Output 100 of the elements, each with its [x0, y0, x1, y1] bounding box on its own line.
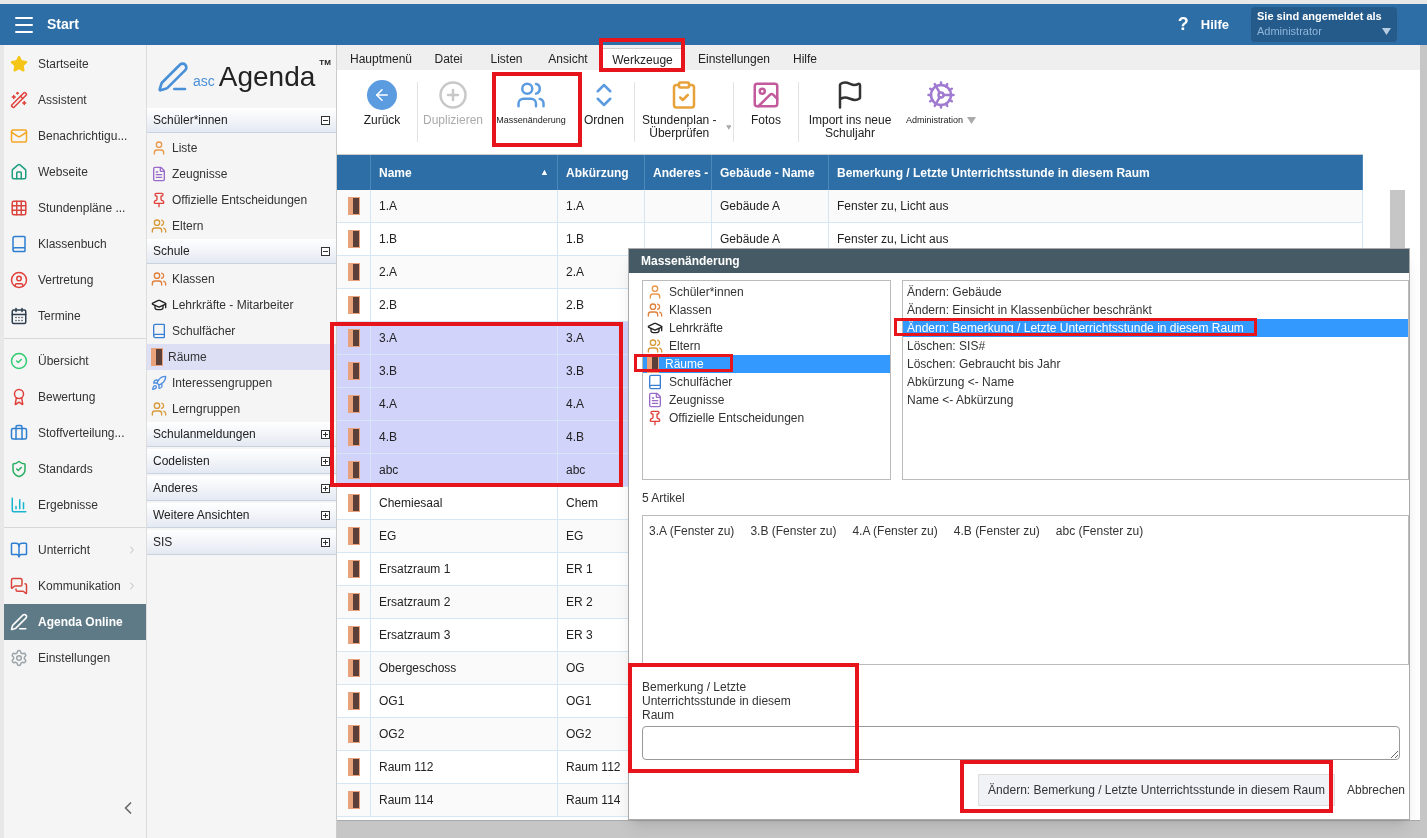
tree-item[interactable]: Lehrkräfte - Mitarbeiter [147, 292, 336, 318]
expand-icon[interactable] [321, 456, 330, 466]
expand-icon[interactable] [321, 510, 330, 520]
menu-tab[interactable]: Hauptmenü [342, 48, 420, 70]
tree-item[interactable]: Offizielle Entscheidungen [147, 187, 336, 213]
list-item[interactable]: Schulfächer [643, 373, 890, 391]
list-item[interactable]: Zeugnisse [643, 391, 890, 409]
pin-icon [647, 410, 663, 426]
tree-item[interactable]: Lerngruppen [147, 396, 336, 422]
door-icon [347, 626, 360, 644]
nav-item[interactable]: Kommunikation [4, 568, 146, 604]
table-cell-text: 2.B [566, 297, 584, 314]
nav-item[interactable]: Unterricht [4, 532, 146, 568]
input-field[interactable] [642, 726, 1400, 760]
tree-item[interactable]: Schulfächer [147, 318, 336, 344]
nav-item[interactable]: Stoffverteilung... [4, 415, 146, 451]
collapse-icon[interactable] [321, 115, 330, 125]
section-header[interactable]: Anderes [147, 476, 336, 501]
shield-icon [10, 460, 28, 478]
list-item[interactable]: Offizielle Entscheidungen [643, 409, 890, 427]
check-circle-icon [10, 352, 28, 370]
section-header[interactable]: Schüler*innen [147, 108, 336, 133]
tree-item[interactable]: Interessengruppen [147, 370, 336, 396]
toolbar-button[interactable]: Administration [899, 72, 983, 152]
page-title: Start [47, 15, 79, 34]
table-row[interactable]: 1.A 1.A Gebäude A Fenster zu, Licht aus [337, 190, 1363, 223]
section-header[interactable]: Weitere Ansichten [147, 503, 336, 528]
door-icon [347, 659, 360, 677]
field-label: Bemerkung / Letzte Unterrichtsstunde in diesem Raum [642, 680, 792, 722]
expand-icon[interactable] [321, 483, 330, 493]
table-cell-text: Obergeschoss [379, 660, 457, 677]
list-item[interactable]: Schüler*innen [643, 283, 890, 301]
nav-item[interactable]: Benachrichtigu... [4, 118, 146, 154]
toolbar-button[interactable]: Massenänderung [486, 72, 576, 152]
list-item[interactable]: Löschen: SIS# [903, 337, 1408, 355]
toolbar-button[interactable]: Fotos [736, 72, 796, 152]
table-cell-text: 3.B [379, 363, 397, 380]
toolbar-button[interactable]: Ordnen [576, 72, 632, 152]
table-cell-text: 2.A [566, 264, 584, 281]
menu-tab[interactable]: Datei [420, 48, 477, 70]
door-icon [347, 461, 360, 479]
table-cell-text: 2.A [379, 264, 397, 281]
tree-item[interactable]: Räume [147, 344, 336, 370]
help-link[interactable]: Hilfe [1200, 14, 1229, 35]
toolbar-button[interactable]: Stundenplan - Überprüfen [637, 72, 731, 152]
section-header[interactable]: Schulanmeldungen [147, 422, 336, 447]
door-icon [347, 791, 360, 809]
tree-item[interactable]: Klassen [147, 266, 336, 292]
table-cell-text: 4.B [566, 429, 584, 446]
toolbar-button[interactable]: Import ins neue Schuljahr [801, 72, 899, 152]
menu-tab[interactable]: Listen [477, 48, 536, 70]
list-item[interactable]: Name <- Abkürzung [903, 391, 1408, 409]
table-cell-text: 1.B [566, 231, 584, 248]
nav-item[interactable]: Vertretung [4, 262, 146, 298]
list-item[interactable]: Lehrkräfte [643, 319, 890, 337]
section-header[interactable]: Codelisten [147, 449, 336, 474]
toolbar-button[interactable]: Zurück [349, 72, 415, 152]
person-icon [151, 140, 167, 156]
nav-item[interactable]: Bewertung [4, 379, 146, 415]
table-cell-text: ER 3 [566, 627, 593, 644]
nav-item[interactable]: Agenda Online [4, 604, 146, 640]
nav-item[interactable]: Stundenpläne ... [4, 190, 146, 226]
table-cell-text: 4.B [379, 429, 397, 446]
expand-icon[interactable] [321, 537, 330, 547]
section-header[interactable]: SIS [147, 530, 336, 555]
table-cell-text: abc [566, 462, 586, 479]
graduation-cap-icon [647, 320, 663, 336]
tree-item[interactable]: Liste [147, 135, 336, 161]
submit-button[interactable]: Ändern: Bemerkung / Letzte Unterrichtsstunde in diesem Raum [978, 774, 1335, 806]
people-icon [647, 302, 663, 318]
tree-item[interactable]: Eltern [147, 213, 336, 239]
nav-item[interactable]: Startseite [4, 46, 146, 82]
nav-item[interactable]: Webseite [4, 154, 146, 190]
list-item[interactable]: Klassen [643, 301, 890, 319]
collapse-icon[interactable] [321, 246, 330, 256]
tree-item[interactable]: Zeugnisse [147, 161, 336, 187]
door-icon [347, 725, 360, 743]
table-cell-text: Chem [566, 495, 598, 512]
menu-tab[interactable]: Hilfe [783, 48, 827, 70]
section-header[interactable]: Schule [147, 239, 336, 264]
nav-item[interactable]: Klassenbuch [4, 226, 146, 262]
nav-item[interactable]: Assistent [4, 82, 146, 118]
grid-icon [10, 199, 28, 217]
nav-item[interactable]: Termine [4, 298, 146, 334]
help-icon[interactable]: ? [1177, 11, 1189, 38]
table-cell-text: Ersatzraum 2 [379, 594, 451, 611]
user-menu[interactable]: Sie sind angemeldet als Administrator [1251, 7, 1397, 42]
menu-tab[interactable]: Einstellungen [685, 48, 783, 70]
list-item[interactable]: Abkürzung <- Name [903, 373, 1408, 391]
nav-item[interactable]: Übersicht [4, 343, 146, 379]
nav-item[interactable]: Standards [4, 451, 146, 487]
expand-icon[interactable] [321, 429, 330, 439]
list-item[interactable]: Ändern: Gebäude [903, 283, 1408, 301]
nav-item[interactable]: Einstellungen [4, 640, 146, 676]
list-item[interactable]: Ändern: Einsicht in Klassenbücher beschränkt [903, 301, 1408, 319]
magic-wand-icon [10, 91, 28, 109]
menu-tab[interactable]: Ansicht [536, 48, 600, 70]
list-item[interactable]: Löschen: Gebraucht bis Jahr [903, 355, 1408, 373]
list-item[interactable]: Eltern [643, 337, 890, 355]
nav-item[interactable]: Ergebnisse [4, 487, 146, 523]
